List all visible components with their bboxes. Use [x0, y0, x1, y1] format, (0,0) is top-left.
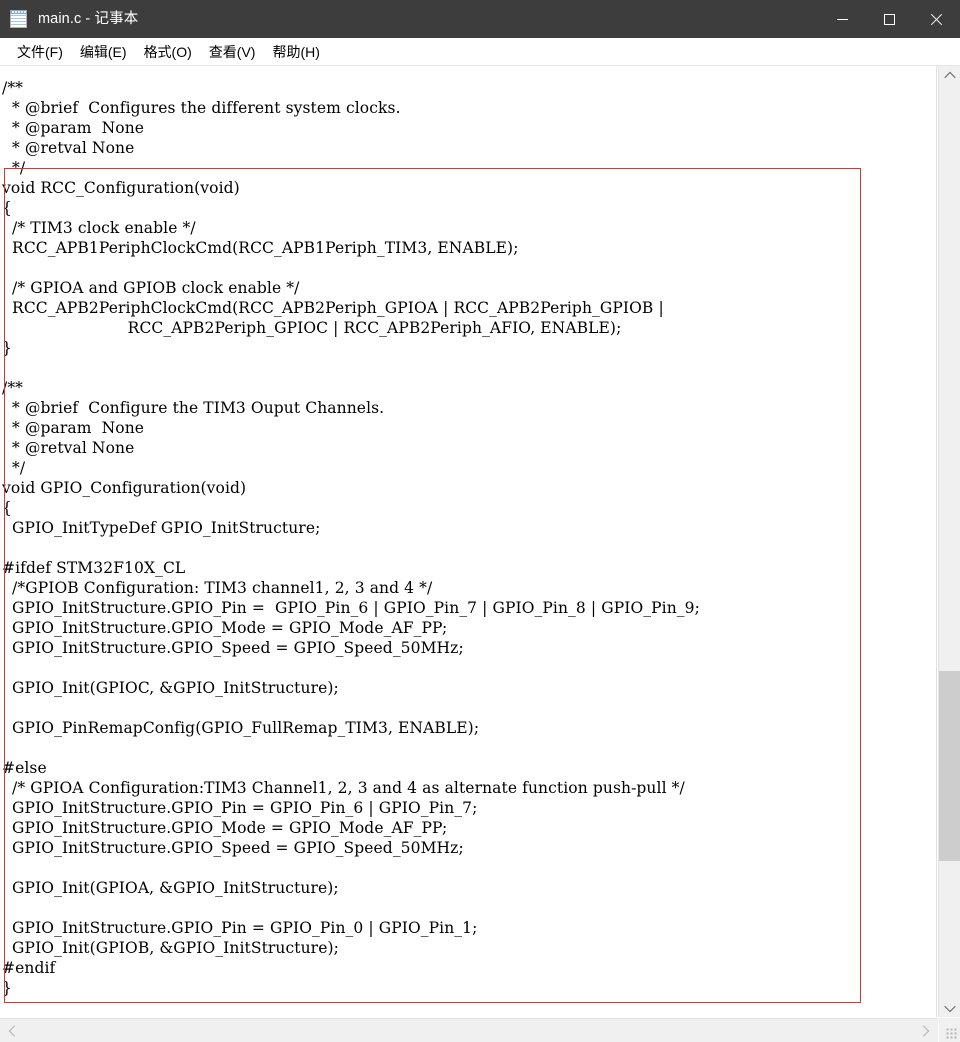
- scroll-right-button[interactable]: [914, 1019, 936, 1042]
- menu-item-help[interactable]: 帮助(H): [264, 40, 328, 64]
- menu-bar: 文件(F) 编辑(E) 格式(O) 查看(V) 帮助(H): [0, 38, 960, 66]
- close-button[interactable]: [913, 0, 960, 38]
- notepad-icon: [9, 9, 29, 29]
- resize-grip-icon: [946, 1028, 957, 1039]
- vertical-scrollbar[interactable]: [938, 66, 960, 1017]
- menu-item-file[interactable]: 文件(F): [9, 40, 72, 64]
- close-icon: [930, 13, 943, 26]
- scroll-up-button[interactable]: [939, 66, 960, 85]
- maximize-button[interactable]: [866, 0, 913, 38]
- scroll-left-button[interactable]: [2, 1019, 24, 1042]
- menu-item-view[interactable]: 查看(V): [201, 40, 265, 64]
- chevron-down-icon: [943, 1000, 956, 1012]
- chevron-right-icon: [917, 1024, 930, 1037]
- editor-content[interactable]: /** * @brief Configures the different sy…: [2, 78, 700, 998]
- menu-item-format[interactable]: 格式(O): [136, 40, 201, 64]
- chevron-left-icon: [8, 1024, 21, 1037]
- title-bar[interactable]: main.c - 记事本: [0, 0, 960, 38]
- minimize-button[interactable]: [819, 0, 866, 38]
- notepad-window: main.c - 记事本 文件(F) 编辑(E) 格式(O) 查看(V) 帮助(…: [0, 0, 960, 1042]
- resize-grip[interactable]: [939, 1018, 960, 1042]
- minimize-icon: [837, 18, 848, 20]
- vertical-scrollbar-thumb[interactable]: [939, 671, 960, 861]
- window-controls: [819, 0, 960, 38]
- client-area: /** * @brief Configures the different sy…: [0, 66, 960, 1042]
- chevron-up-icon: [943, 71, 956, 83]
- window-title: main.c - 记事本: [38, 11, 139, 27]
- horizontal-scrollbar[interactable]: [0, 1018, 938, 1042]
- menu-item-edit[interactable]: 编辑(E): [72, 40, 136, 64]
- scroll-down-button[interactable]: [939, 998, 960, 1017]
- title-bar-left: main.c - 记事本: [0, 0, 819, 38]
- text-editor[interactable]: /** * @brief Configures the different sy…: [0, 66, 937, 1017]
- maximize-icon: [884, 13, 895, 25]
